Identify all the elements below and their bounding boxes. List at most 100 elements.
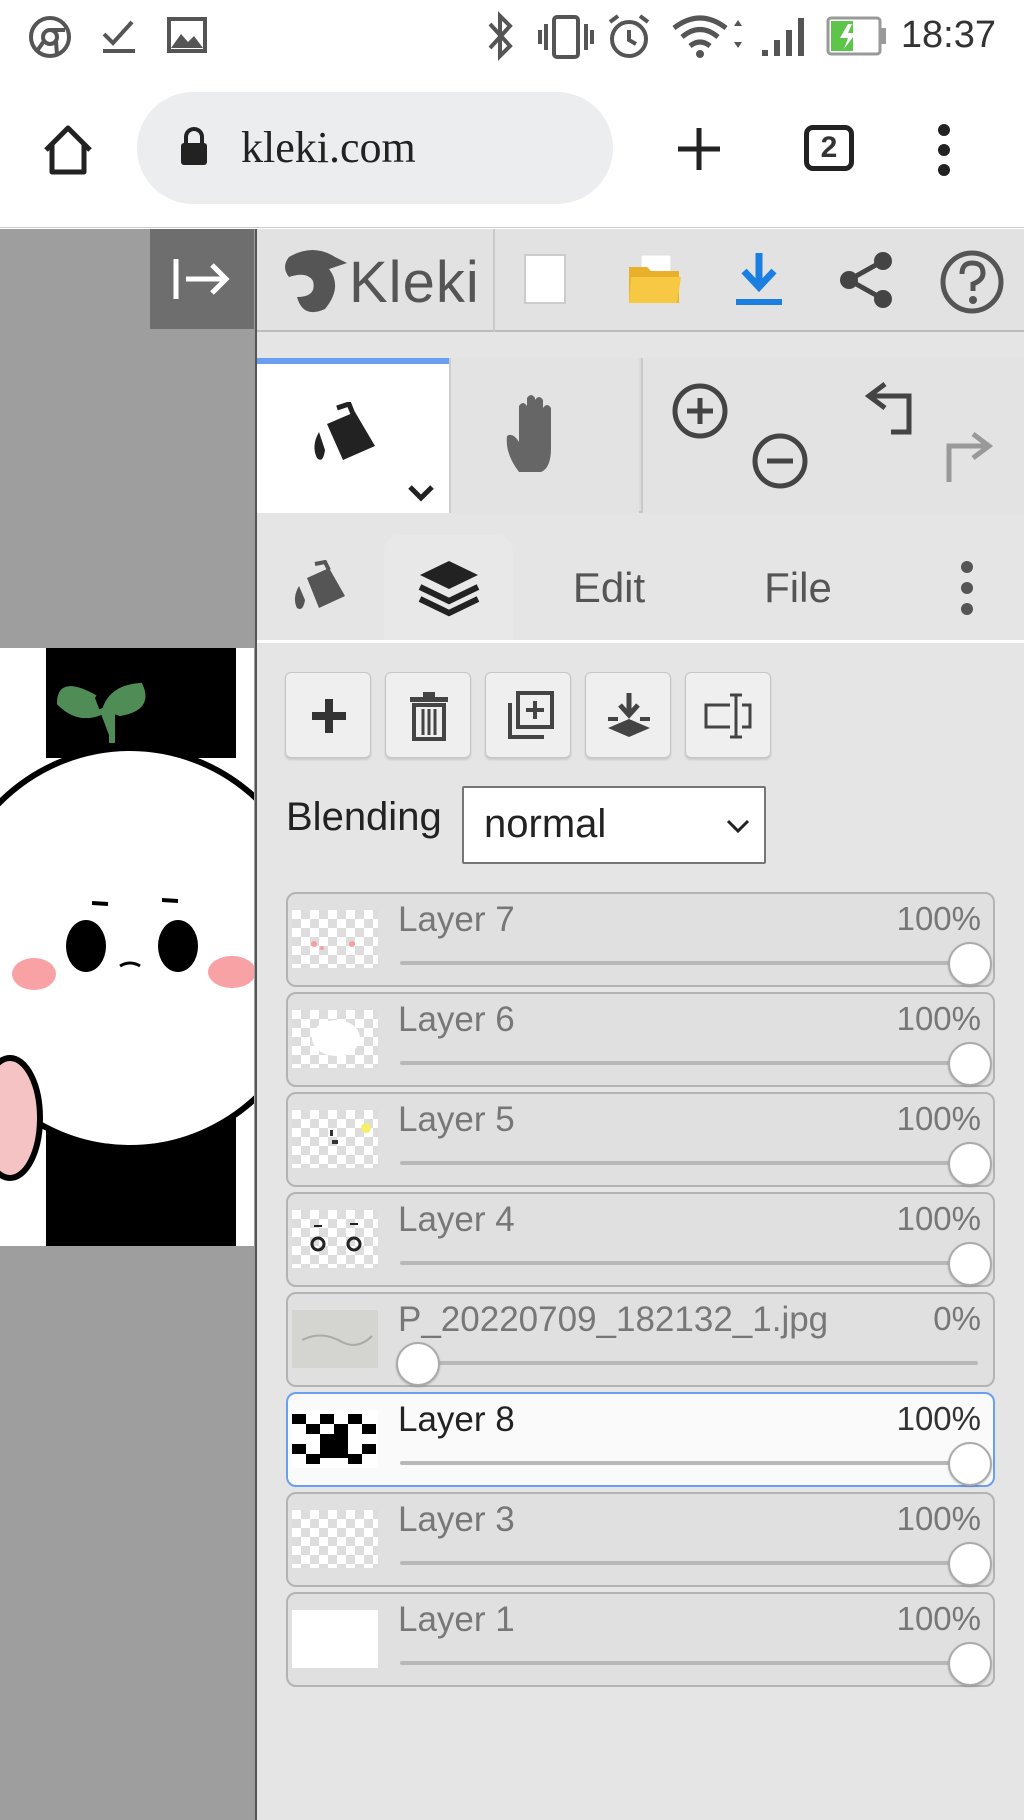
- opacity-slider-track[interactable]: [400, 1361, 978, 1365]
- zoom-undo-group: [641, 358, 1024, 513]
- vibrate-icon: [538, 15, 594, 59]
- layer-thumbnail: [292, 1210, 378, 1268]
- hand-tool-button[interactable]: [449, 358, 639, 513]
- rename-layer-button[interactable]: [685, 672, 771, 758]
- layer-name: Layer 7: [398, 900, 515, 939]
- panel-tabs: Edit File: [257, 535, 1024, 643]
- layer-item[interactable]: Layer 4 100%: [286, 1192, 995, 1287]
- drawing-artwork: [0, 648, 254, 1246]
- help-icon[interactable]: [939, 249, 1005, 315]
- layer-name: Layer 8: [398, 1400, 515, 1439]
- opacity-slider-handle[interactable]: [396, 1342, 440, 1386]
- layer-thumbnail-art: [292, 1414, 376, 1464]
- kleki-logo-icon: [285, 250, 347, 313]
- share-icon[interactable]: [835, 249, 897, 311]
- tab-switcher-button[interactable]: 2: [804, 125, 854, 171]
- zoom-out-icon[interactable]: [751, 432, 809, 490]
- tab-layers[interactable]: [384, 535, 513, 640]
- layer-thumbnail: [292, 1610, 378, 1668]
- opacity-slider-track[interactable]: [400, 1261, 978, 1265]
- hand-icon: [506, 395, 551, 472]
- tab-file[interactable]: File: [703, 535, 893, 640]
- chrome-icon: [29, 16, 71, 58]
- layer-thumbnail-art: [301, 1334, 373, 1346]
- layer-thumbnail: [292, 1410, 378, 1468]
- blending-label: Blending: [286, 795, 442, 839]
- blending-select[interactable]: normal: [462, 786, 766, 864]
- tab-more[interactable]: [917, 535, 1017, 640]
- url-text: kleki.com: [241, 123, 416, 172]
- layer-name: P_20220709_182132_1.jpg: [398, 1300, 829, 1339]
- layer-thumbnail-art: [310, 1223, 362, 1252]
- layer-opacity: 100%: [896, 1100, 981, 1137]
- download-done-icon: [102, 20, 135, 53]
- undo-icon[interactable]: [861, 380, 917, 436]
- opacity-slider-handle[interactable]: [948, 1242, 992, 1286]
- fill-bucket-icon: [294, 559, 345, 609]
- layer-item[interactable]: Layer 6 100%: [286, 992, 995, 1087]
- home-icon[interactable]: [40, 122, 96, 178]
- duplicate-layer-button[interactable]: [485, 672, 571, 758]
- layer-item[interactable]: Layer 1 100%: [286, 1592, 995, 1687]
- app-brand-name: Kleki: [349, 250, 480, 315]
- layer-thumbnail: [292, 1010, 378, 1068]
- opacity-slider-handle[interactable]: [948, 1042, 992, 1086]
- opacity-slider-handle[interactable]: [948, 1542, 992, 1586]
- merge-down-icon: [608, 693, 650, 737]
- fill-tool-button[interactable]: [257, 358, 449, 513]
- redo-icon[interactable]: [941, 430, 997, 486]
- address-bar[interactable]: kleki.com: [137, 92, 613, 204]
- new-tab-icon[interactable]: [676, 126, 722, 172]
- layer-item-active[interactable]: Layer 8 100%: [286, 1392, 995, 1487]
- layer-opacity: 100%: [896, 1500, 981, 1537]
- add-layer-button[interactable]: [285, 672, 371, 758]
- opacity-slider-handle[interactable]: [948, 942, 992, 986]
- layer-name: Layer 5: [398, 1100, 515, 1139]
- save-download-icon[interactable]: [732, 249, 786, 309]
- opacity-slider-handle[interactable]: [948, 1442, 992, 1486]
- duplicate-layer-icon: [508, 691, 554, 739]
- new-image-icon[interactable]: [523, 253, 567, 305]
- layers-icon: [418, 560, 479, 616]
- opacity-slider-track[interactable]: [400, 1161, 978, 1165]
- layer-thumbnail: [292, 910, 378, 968]
- status-bar: 18:37: [0, 0, 1024, 76]
- open-folder-icon[interactable]: [627, 253, 683, 307]
- layer-thumbnail: [292, 1510, 378, 1568]
- layer-thumbnail: [292, 1310, 378, 1368]
- collapse-panel-button[interactable]: [150, 229, 254, 329]
- opacity-slider-track[interactable]: [400, 961, 978, 965]
- layer-item[interactable]: Layer 3 100%: [286, 1492, 995, 1587]
- tab-brush[interactable]: [257, 535, 384, 640]
- tool-row: [257, 358, 1024, 513]
- layer-opacity: 0%: [933, 1300, 981, 1337]
- drawing-canvas[interactable]: [0, 648, 254, 1246]
- opacity-slider-track[interactable]: [400, 1461, 978, 1465]
- layer-thumbnail-art: [312, 1020, 360, 1056]
- signal-icon: [762, 18, 804, 56]
- layer-item[interactable]: Layer 7 100%: [286, 892, 995, 987]
- opacity-slider-track[interactable]: [400, 1561, 978, 1565]
- delete-layer-button[interactable]: [385, 672, 471, 758]
- layer-item[interactable]: Layer 5 100%: [286, 1092, 995, 1187]
- menu-dots-icon[interactable]: [934, 122, 954, 178]
- opacity-slider-handle[interactable]: [948, 1642, 992, 1686]
- merge-down-button[interactable]: [585, 672, 671, 758]
- opacity-slider-track[interactable]: [400, 1061, 978, 1065]
- layer-thumbnail-art: [330, 1123, 371, 1144]
- rename-layer-icon: [704, 693, 752, 739]
- zoom-in-icon[interactable]: [671, 382, 729, 440]
- side-panel: Kleki Edit File Blending normal Layer 7 …: [255, 229, 1024, 1820]
- blending-value: normal: [484, 802, 607, 846]
- alarm-icon: [608, 14, 650, 58]
- opacity-slider-handle[interactable]: [948, 1142, 992, 1186]
- collapse-arrow-icon: [173, 259, 230, 299]
- layer-opacity: 100%: [896, 1400, 981, 1437]
- layer-item[interactable]: P_20220709_182132_1.jpg 0%: [286, 1292, 995, 1387]
- chevron-down-icon[interactable]: [407, 484, 435, 502]
- layer-opacity: 100%: [896, 1000, 981, 1037]
- opacity-slider-track[interactable]: [400, 1661, 978, 1665]
- tab-edit[interactable]: Edit: [515, 535, 703, 640]
- battery-charging-icon: [826, 16, 886, 56]
- layer-opacity: 100%: [896, 1600, 981, 1637]
